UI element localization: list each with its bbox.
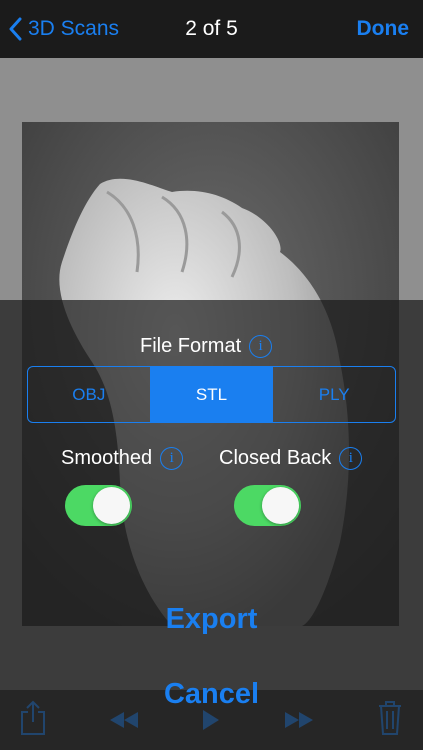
smoothed-label: Smoothed [61, 447, 153, 469]
play-icon[interactable] [201, 708, 221, 732]
export-button[interactable]: Export [0, 603, 423, 636]
done-button[interactable]: Done [357, 17, 410, 41]
closed-back-toggle[interactable] [234, 485, 301, 526]
closed-back-row: Closed Back i [219, 447, 363, 470]
file-format-label: File Format [140, 335, 242, 357]
fast-forward-icon[interactable] [283, 710, 315, 730]
format-option-ply[interactable]: PLY [273, 367, 395, 422]
cancel-button[interactable]: Cancel [0, 678, 423, 711]
file-format-segmented-control[interactable]: OBJ STL PLY [27, 366, 396, 423]
smoothed-toggle[interactable] [65, 485, 132, 526]
navigation-bar: 3D Scans 2 of 5 Done [0, 0, 423, 58]
toggle-knob [262, 487, 299, 524]
smoothed-row: Smoothed i [61, 447, 184, 470]
toggle-knob [93, 487, 130, 524]
format-option-stl[interactable]: STL [150, 367, 274, 422]
format-option-obj[interactable]: OBJ [28, 367, 151, 422]
info-icon[interactable]: i [249, 335, 273, 358]
info-icon[interactable]: i [160, 447, 184, 470]
rewind-icon[interactable] [108, 710, 140, 730]
closed-back-label: Closed Back [219, 447, 332, 469]
file-format-row: File Format i [140, 335, 273, 358]
info-icon[interactable]: i [339, 447, 363, 470]
